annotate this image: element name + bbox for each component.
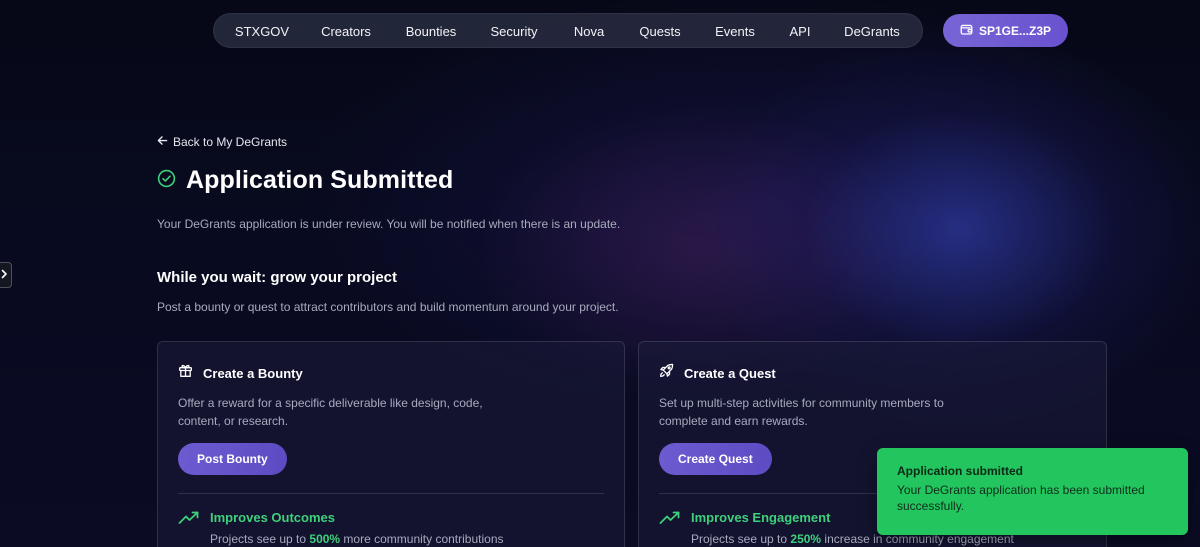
nav-item-creators[interactable]: Creators (321, 14, 371, 49)
trending-up-icon (659, 510, 681, 531)
nav-item-nova[interactable]: Nova (574, 14, 604, 49)
quest-card-description: Set up multi-step activities for communi… (659, 396, 944, 428)
bounty-benefit-title: Improves Outcomes (210, 510, 335, 525)
bounty-card-description: Offer a reward for a specific deliverabl… (178, 396, 483, 428)
bounty-benefit: Improves Outcomes Projects see up to 500… (178, 510, 504, 546)
benefit-suffix: more community contributions (340, 532, 504, 546)
wallet-button[interactable]: SP1GE...Z3P (943, 14, 1068, 47)
benefit-highlight: 500% (309, 532, 341, 546)
create-quest-button[interactable]: Create Quest (659, 443, 772, 475)
success-toast[interactable]: Application submitted Your DeGrants appl… (877, 448, 1188, 535)
nav-item-quests[interactable]: Quests (639, 14, 680, 49)
top-nav: STXGOV Creators Bounties Security Nova Q… (213, 13, 923, 48)
quest-card-title: Create a Quest (684, 365, 776, 381)
nav-item-security[interactable]: Security (491, 14, 538, 49)
toast-message: Your DeGrants application has been submi… (897, 483, 1145, 513)
gift-icon (178, 363, 193, 383)
card-divider (178, 493, 604, 494)
nav-item-api[interactable]: API (790, 14, 811, 49)
page-subtitle: Your DeGrants application is under revie… (157, 217, 621, 231)
benefit-highlight: 250% (790, 532, 822, 546)
chevron-right-icon (1, 266, 8, 284)
trending-up-icon (178, 510, 200, 531)
arrow-left-icon (157, 135, 168, 149)
benefit-prefix: Projects see up to (691, 532, 791, 546)
check-circle-icon (157, 169, 176, 193)
post-bounty-button[interactable]: Post Bounty (178, 443, 287, 475)
page-title: Application Submitted (186, 166, 454, 194)
wallet-address: SP1GE...Z3P (978, 23, 1052, 38)
quest-card-header: Create a Quest (659, 363, 776, 383)
section-description: Post a bounty or quest to attract contri… (157, 300, 619, 314)
bounty-card-title: Create a Bounty (203, 365, 303, 381)
wallet-icon (960, 23, 973, 39)
nav-item-events[interactable]: Events (715, 14, 755, 49)
rocket-icon (659, 363, 674, 383)
toast-title: Application submitted (897, 464, 1023, 478)
benefit-prefix: Projects see up to (210, 532, 310, 546)
back-link[interactable]: Back to My DeGrants (157, 134, 287, 150)
nav-item-degrants[interactable]: DeGrants (844, 14, 900, 49)
section-title: While you wait: grow your project (157, 269, 398, 286)
back-link-label: Back to My DeGrants (173, 135, 288, 149)
bounty-card: Create a Bounty Offer a reward for a spe… (157, 341, 625, 547)
nav-item-stxgov[interactable]: STXGOV (235, 14, 289, 49)
sidebar-toggle[interactable] (0, 262, 12, 288)
page-title-row: Application Submitted (157, 166, 453, 195)
nav-item-bounties[interactable]: Bounties (406, 14, 457, 49)
bounty-card-header: Create a Bounty (178, 363, 303, 383)
bounty-benefit-text: Projects see up to 500% more community c… (210, 532, 504, 546)
